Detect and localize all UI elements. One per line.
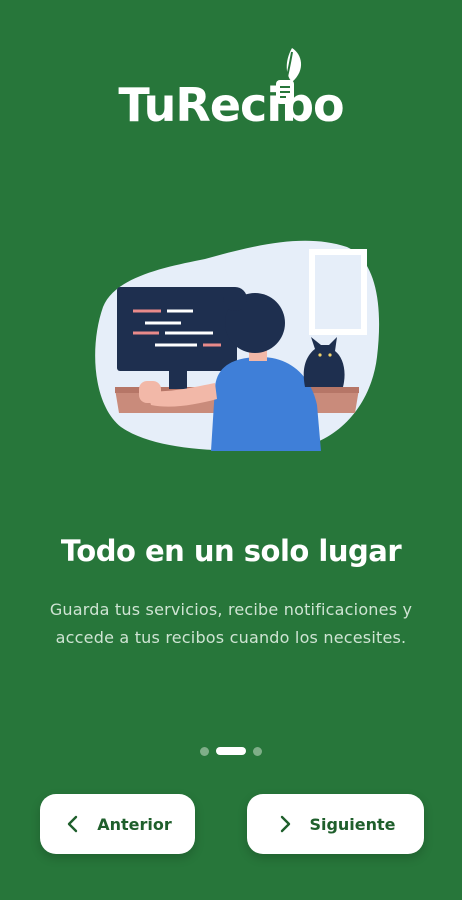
app-logo: TuRecibo	[0, 58, 462, 128]
next-button[interactable]: Siguiente	[247, 794, 424, 854]
logo-suffix: o	[313, 78, 345, 132]
page-dot-3[interactable]	[253, 746, 262, 756]
person-coding-with-cat-illustration	[95, 240, 380, 451]
previous-button[interactable]: Anterior	[40, 794, 195, 854]
onboarding-screen: TuRecibo Todo en un solo lugar Guarda tu…	[0, 0, 462, 900]
page-indicator	[0, 746, 462, 756]
page-dot-2-active[interactable]	[216, 747, 246, 755]
chevron-right-icon	[275, 814, 295, 834]
onboarding-description: Guarda tus servicios, recibe notificacio…	[49, 600, 413, 647]
chevron-left-icon	[63, 814, 83, 834]
leaf-receipt-icon	[276, 48, 302, 104]
next-button-label: Siguiente	[309, 814, 396, 834]
page-dot-1[interactable]	[200, 746, 209, 756]
previous-button-label: Anterior	[97, 814, 172, 834]
onboarding-title: Todo en un solo lugar	[60, 534, 402, 568]
logo-wordmark: TuRecibo	[118, 82, 344, 128]
